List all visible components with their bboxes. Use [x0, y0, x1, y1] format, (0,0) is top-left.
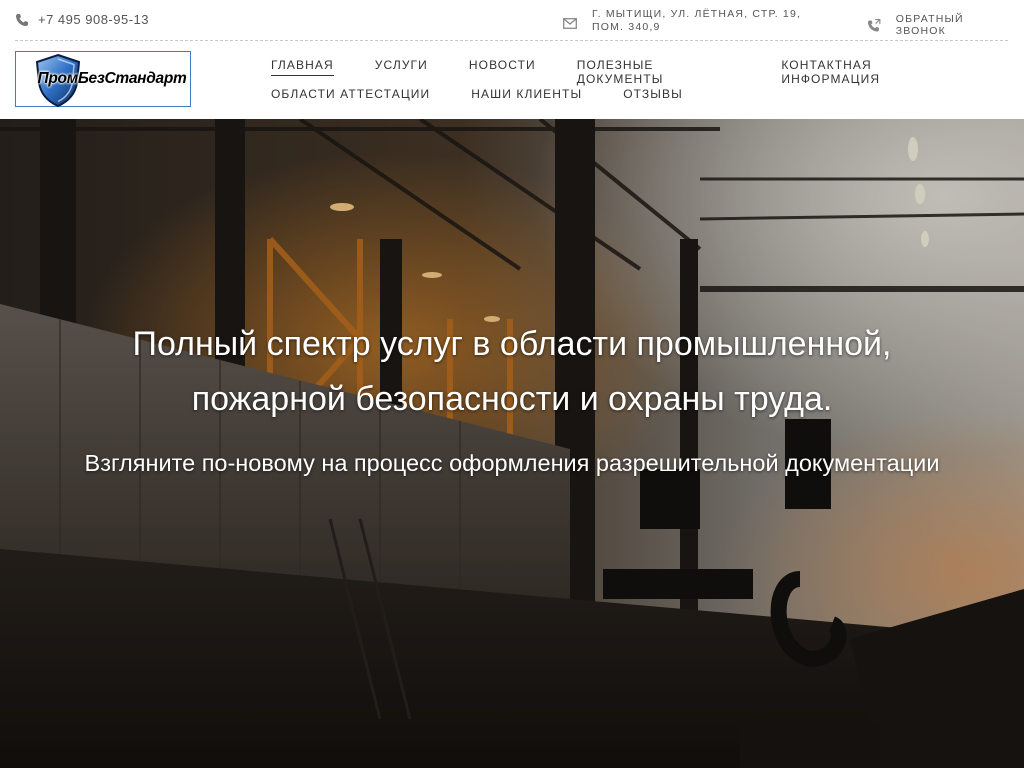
nav-item-link[interactable]: Отзывы [623, 86, 683, 104]
nav-item-link[interactable]: Новости [469, 57, 536, 75]
hero-subtitle: Взгляните по-новому на процесс оформлени… [84, 450, 940, 476]
contact-bar: +7 495 908-95-13 г. Мытищи, ул. Лётная, … [15, 0, 1008, 41]
hero-title-line: пожарной безопасности и охраны труда. [191, 380, 833, 418]
phone-icon [16, 13, 28, 26]
nav-item-link[interactable]: Услуги [375, 57, 428, 75]
phone-callback-icon [867, 18, 881, 31]
address-block: г. Мытищи, ул. Лётная, стр. 19, пом. 340… [563, 8, 813, 34]
hero-banner: Полный спектр услуг в области промышленн… [0, 119, 1024, 768]
callback-label: Обратный звонок [895, 13, 964, 37]
nav-item-link[interactable]: Контактная информация [781, 57, 970, 86]
logo-text: ПромБезСтандарт [37, 70, 187, 87]
phone-link[interactable]: +7 495 908-95-13 [15, 12, 149, 27]
hero-background-image [0, 119, 1024, 768]
nav-row: Области аттестации Наши клиенты Отзывы [271, 86, 1011, 115]
nav-item-link[interactable]: Наши клиенты [471, 86, 582, 104]
mail-icon [563, 17, 577, 29]
site-logo[interactable]: ПромБезСтандарт [15, 51, 191, 107]
hero-title-line: Полный спектр услуг в области промышленн… [132, 325, 892, 363]
nav-item-link[interactable]: Полезные документы [577, 57, 741, 86]
nav-item-link[interactable]: Главная [271, 57, 334, 76]
main-navigation: Главная Услуги Новости Полезные документы Ко… [271, 57, 1011, 115]
phone-number: +7 495 908-95-13 [38, 12, 150, 27]
hero-title: Полный спектр услуг в области промышленн… [0, 317, 1024, 427]
nav-row: Главная Услуги Новости Полезные документы Ко… [271, 57, 1011, 86]
nav-item-link[interactable]: Области аттестации [271, 86, 430, 104]
site-header: +7 495 908-95-13 г. Мытищи, ул. Лётная, … [0, 0, 1024, 119]
callback-button[interactable]: Обратный звонок [867, 13, 1008, 37]
address-text: г. Мытищи, ул. Лётная, стр. 19, пом. 340… [592, 8, 802, 33]
